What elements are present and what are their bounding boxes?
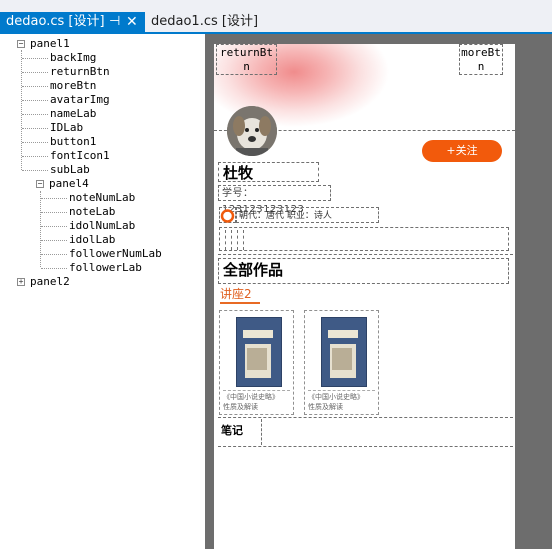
- book-cover: [236, 317, 282, 387]
- collapse-icon[interactable]: −: [36, 180, 44, 188]
- avatar-image: [227, 106, 277, 156]
- tree-node-moreBtn[interactable]: moreBtn: [50, 79, 96, 93]
- lecture-tab-underline: [220, 302, 260, 304]
- id-label: 学号：123123123123: [218, 185, 331, 215]
- works-title: 全部作品: [218, 258, 509, 284]
- avatar[interactable]: [227, 106, 277, 156]
- tree-node-returnBtn[interactable]: returnBtn: [50, 65, 110, 79]
- tree-node-fontIcon1[interactable]: fontIcon1: [50, 149, 110, 163]
- note-separator: [261, 419, 262, 445]
- document-outline-tree: − − + panel1 backImg returnBtn moreBtn a…: [0, 34, 205, 549]
- tree-node-noteLab[interactable]: noteLab: [69, 205, 115, 219]
- name-label: 杜牧: [218, 162, 319, 182]
- tree-node-IDLab[interactable]: IDLab: [50, 121, 83, 135]
- tree-node-panel1[interactable]: panel1: [30, 37, 70, 51]
- panel4[interactable]: [219, 227, 509, 251]
- pin-icon[interactable]: ⊣: [109, 12, 120, 32]
- book-subtitle: 性质及解读: [223, 403, 258, 411]
- tree-node-panel2[interactable]: panel2: [30, 275, 70, 289]
- tree-node-button1[interactable]: button1: [50, 135, 96, 149]
- tree-node-followerNumLab[interactable]: followerNumLab: [69, 247, 162, 261]
- tree-node-nameLab[interactable]: nameLab: [50, 107, 96, 121]
- tree-node-followerLab[interactable]: followerLab: [69, 261, 142, 275]
- collapse-icon[interactable]: −: [17, 40, 25, 48]
- lecture-tab[interactable]: 讲座2: [220, 286, 252, 302]
- sub-label: 朝代：唐代 职业：诗人: [236, 207, 379, 223]
- tree-node-idolLab[interactable]: idolLab: [69, 233, 115, 247]
- tab-dedao-cs[interactable]: dedao.cs [设计] ⊣ ✕: [0, 12, 145, 32]
- font-icon: [219, 207, 236, 223]
- expand-icon[interactable]: +: [17, 278, 25, 286]
- return-button[interactable]: returnBtn: [216, 44, 277, 75]
- book-subtitle: 性质及解读: [308, 403, 343, 411]
- book-title: 《中国小说史略》: [308, 393, 364, 401]
- close-icon[interactable]: ✕: [126, 12, 138, 32]
- note-label[interactable]: 笔记: [218, 419, 261, 445]
- book-title: 《中国小说史略》: [223, 393, 279, 401]
- tree-node-backImg[interactable]: backImg: [50, 51, 96, 65]
- tree-node-noteNumLab[interactable]: noteNumLab: [69, 191, 135, 205]
- tree-node-avatarImg[interactable]: avatarImg: [50, 93, 110, 107]
- tab-label: dedao.cs [设计]: [6, 14, 105, 29]
- form-canvas[interactable]: returnBtn moreBtn +关注 杜牧 学号：123123123123…: [214, 44, 515, 549]
- lifebuoy-icon: [220, 209, 235, 223]
- follow-button[interactable]: +关注: [422, 140, 502, 162]
- tab-label: dedao1.cs [设计]: [151, 14, 259, 29]
- book-card[interactable]: 《中国小说史略》 性质及解读: [219, 310, 294, 415]
- book-cover: [321, 317, 367, 387]
- tree-node-subLab[interactable]: subLab: [50, 163, 90, 177]
- book-card[interactable]: 《中国小说史略》 性质及解读: [304, 310, 379, 415]
- tree-node-panel4[interactable]: panel4: [49, 177, 89, 191]
- tree-node-idolNumLab[interactable]: idolNumLab: [69, 219, 135, 233]
- more-button[interactable]: moreBtn: [459, 44, 503, 75]
- tab-dedao1-cs[interactable]: dedao1.cs [设计]: [145, 12, 258, 32]
